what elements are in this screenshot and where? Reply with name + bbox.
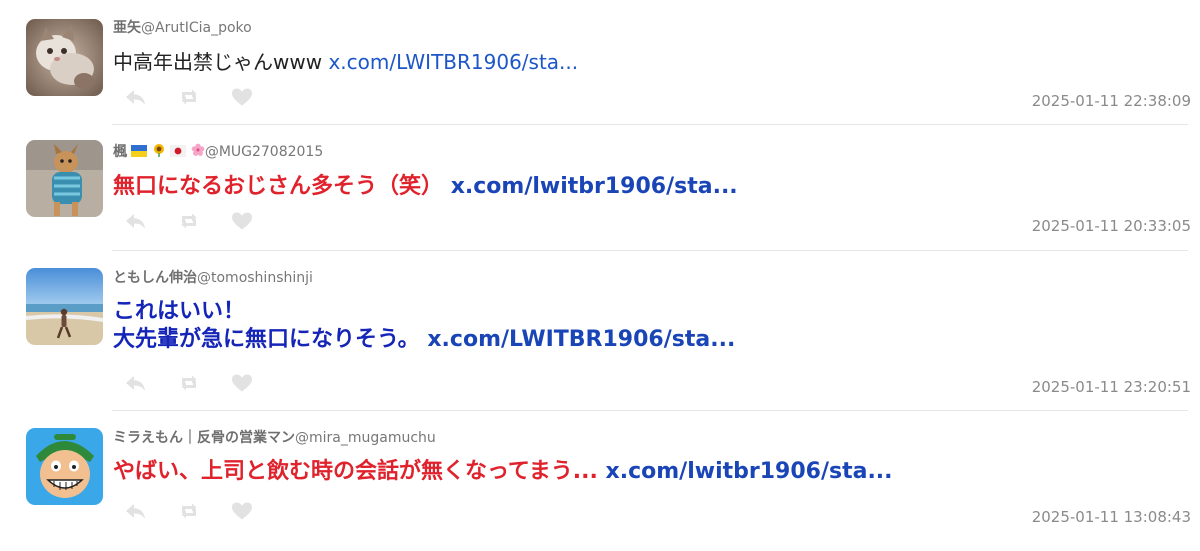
user-line: ともしん伸治@tomoshinshinji xyxy=(113,267,313,287)
japan-flag-icon xyxy=(170,145,187,161)
tweet-actions xyxy=(124,373,283,393)
tweet-text: これはいい！ 大先輩が急に無口になりそう。 x.com/LWITBR1906/s… xyxy=(113,298,735,354)
tweet-text-line: 無口になるおじさん多そう（笑） xyxy=(113,174,444,199)
reply-icon[interactable] xyxy=(124,373,148,393)
tweet-actions xyxy=(124,87,283,107)
tweet-actions xyxy=(124,211,283,231)
beach-photo-avatar[interactable] xyxy=(26,268,103,345)
tweet-item: ともしん伸治@tomoshinshinji これはいい！ 大先輩が急に無口になり… xyxy=(0,251,1200,409)
user-handle[interactable]: @tomoshinshinji xyxy=(197,270,313,286)
dog-photo-avatar[interactable] xyxy=(26,140,103,217)
retweet-icon[interactable] xyxy=(177,211,201,231)
user-handle[interactable]: @ArutICia_poko xyxy=(141,20,252,36)
timestamp: 2025-01-11 20:33:05 xyxy=(1031,217,1191,235)
tweet-text-line-group: 大先輩が急に無口になりそう。 x.com/LWITBR1906/sta... xyxy=(113,326,735,354)
tweet-text-line: 中高年出禁じゃんwww xyxy=(113,50,323,74)
tweet-actions xyxy=(124,501,283,521)
display-name[interactable]: ミラえもん｜反骨の営業マン xyxy=(113,430,295,446)
sunflower-icon xyxy=(152,143,166,161)
cat-photo-avatar[interactable] xyxy=(26,19,103,96)
user-line: 亜矢@ArutICia_poko xyxy=(113,17,252,37)
display-name[interactable]: 楓 xyxy=(113,144,127,160)
user-handle[interactable]: @mira_mugamuchu xyxy=(295,430,436,446)
tweet-link[interactable]: x.com/lwitbr1906/sta... xyxy=(606,459,893,484)
reply-icon[interactable] xyxy=(124,211,148,231)
like-icon[interactable] xyxy=(230,373,254,393)
cherry-blossom-icon xyxy=(191,143,205,161)
timestamp: 2025-01-11 13:08:43 xyxy=(1031,508,1191,526)
tweet-feed: 亜矢@ArutICia_poko 中高年出禁じゃんwww x.com/LWITB… xyxy=(0,0,1200,551)
display-name[interactable]: 亜矢 xyxy=(113,20,141,36)
tweet-text-line: 大先輩が急に無口になりそう。 xyxy=(113,327,420,353)
user-line: 楓 @MUG27082015 xyxy=(113,141,323,161)
tweet-item: 亜矢@ArutICia_poko 中高年出禁じゃんwww x.com/LWITB… xyxy=(0,0,1200,124)
tweet-text-line: これはいい！ xyxy=(113,299,246,324)
user-line: ミラえもん｜反骨の営業マン@mira_mugamuchu xyxy=(113,427,436,447)
tweet-link[interactable]: x.com/LWITBR1906/sta... xyxy=(328,50,578,74)
retweet-icon[interactable] xyxy=(177,501,201,521)
tweet-text: やばい、上司と飲む時の会話が無くなってまう... x.com/lwitbr190… xyxy=(113,458,893,486)
reply-icon[interactable] xyxy=(124,87,148,107)
ukraine-flag-icon xyxy=(131,145,148,161)
retweet-icon[interactable] xyxy=(177,87,201,107)
timestamp: 2025-01-11 23:20:51 xyxy=(1031,378,1191,396)
like-icon[interactable] xyxy=(230,211,254,231)
timestamp: 2025-01-11 22:38:09 xyxy=(1031,92,1191,110)
tweet-text: 無口になるおじさん多そう（笑） x.com/lwitbr1906/sta... xyxy=(113,173,738,201)
reply-icon[interactable] xyxy=(124,501,148,521)
tweet-item: 楓 @MUG27082015 無口になるおじさん多そう（笑） x.com/lwi… xyxy=(0,125,1200,249)
tweet-link[interactable]: x.com/LWITBR1906/sta... xyxy=(427,327,735,352)
tweet-text: 中高年出禁じゃんwww x.com/LWITBR1906/sta... xyxy=(113,50,578,76)
retweet-icon[interactable] xyxy=(177,373,201,393)
like-icon[interactable] xyxy=(230,501,254,521)
tweet-text-line: やばい、上司と飲む時の会話が無くなってまう... xyxy=(113,459,598,484)
display-name[interactable]: ともしん伸治 xyxy=(113,270,197,286)
cartoon-man-avatar[interactable] xyxy=(26,428,103,505)
user-handle[interactable]: @MUG27082015 xyxy=(205,144,323,160)
tweet-item: ミラえもん｜反骨の営業マン@mira_mugamuchu やばい、上司と飲む時の… xyxy=(0,411,1200,551)
tweet-link[interactable]: x.com/lwitbr1906/sta... xyxy=(451,174,738,199)
like-icon[interactable] xyxy=(230,87,254,107)
